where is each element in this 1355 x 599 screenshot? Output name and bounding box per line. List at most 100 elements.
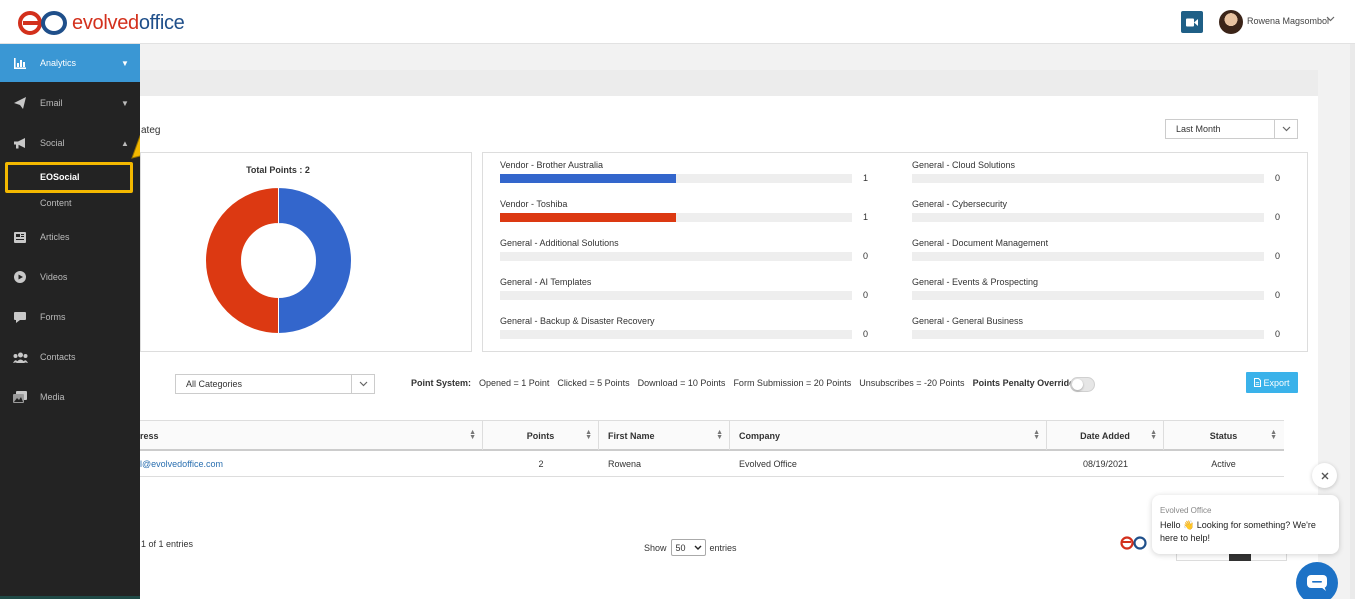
cell-points: 2	[538, 459, 544, 469]
column-header-company[interactable]: Company ▲ ▼	[730, 421, 1047, 450]
donut-slice[interactable]	[278, 187, 352, 334]
category-bar-value: 0	[1275, 173, 1281, 183]
evolvedoffice-logo[interactable]: evolvedoffice	[18, 10, 185, 36]
caret-down-icon: ▼	[121, 58, 129, 68]
sidebar-subitem-content[interactable]: Content	[40, 198, 72, 208]
close-icon	[1321, 472, 1328, 479]
chat-message-bubble[interactable]: Evolved Office Hello 👋 Looking for somet…	[1152, 495, 1339, 554]
logo-text-evolved: evolved	[72, 11, 139, 34]
top-header: evolvedoffice Rowena Magsombol	[0, 0, 1355, 44]
comment-icon	[0, 311, 40, 323]
category-bar-label: Vendor - Toshiba	[500, 199, 568, 209]
page-size-select[interactable]: 50	[670, 539, 706, 556]
category-bar-track	[912, 252, 1264, 261]
column-header-first-name[interactable]: First Name ▲ ▼	[599, 421, 730, 450]
export-button[interactable]: Export	[1246, 372, 1298, 393]
category-bar-label: General - Events & Prospecting	[912, 277, 1039, 287]
donut-slice[interactable]	[205, 187, 279, 334]
cell-date-added: 08/19/2021	[1082, 459, 1129, 469]
category-bar-value: 0	[1275, 251, 1281, 261]
category-select[interactable]: All Categories	[175, 374, 375, 394]
category-bar-label: General - Cybersecurity	[912, 199, 1008, 209]
sidebar-item-social[interactable]: Social ▲	[0, 124, 140, 162]
category-bar-value: 0	[1275, 290, 1281, 300]
sidebar-item-articles[interactable]: Articles	[0, 218, 140, 256]
file-icon	[1254, 378, 1262, 387]
sort-icon: ▲ ▼	[1150, 429, 1157, 441]
category-bar-label: General - Cloud Solutions	[912, 160, 1016, 170]
sidebar-item-label: Contacts	[40, 352, 76, 362]
category-bar-track	[912, 213, 1264, 222]
users-icon	[0, 352, 40, 363]
table-row[interactable]: l@evolvedoffice.com 2 Rowena Evolved Off…	[140, 451, 1284, 477]
chat-message: Hello 👋 Looking for something? We're her…	[1160, 520, 1316, 543]
chevron-down-icon	[351, 375, 374, 393]
period-select-value: Last Month	[1176, 124, 1221, 134]
sidebar-item-label: Articles	[40, 232, 70, 242]
category-bar-label: General - AI Templates	[500, 277, 592, 287]
chat-bubble-icon	[1307, 575, 1327, 591]
period-select[interactable]: Last Month	[1165, 119, 1298, 139]
sidebar-item-media[interactable]: Media	[0, 378, 140, 416]
column-header-date-added[interactable]: Date Added ▲ ▼	[1047, 421, 1164, 450]
chevron-down-icon	[1274, 120, 1297, 138]
category-bar-value: 0	[863, 329, 869, 339]
sidebar-item-videos[interactable]: Videos	[0, 258, 140, 296]
show-label: Show	[644, 542, 667, 553]
sidebar-item-contacts[interactable]: Contacts	[0, 338, 140, 376]
sidebar: Analytics ▼ Email ▼ Social ▲ EOSocial Co…	[0, 44, 140, 599]
point-rule: Clicked = 5 Points	[557, 378, 630, 388]
point-rule: Opened = 1 Point	[479, 378, 550, 388]
category-select-value: All Categories	[186, 379, 243, 389]
video-call-button[interactable]	[1181, 11, 1203, 33]
sort-icon: ▲ ▼	[585, 429, 592, 441]
cell-email[interactable]: l@evolvedoffice.com	[140, 451, 483, 477]
category-bar-value: 1	[863, 173, 869, 183]
column-header-status[interactable]: Status ▲ ▼	[1164, 421, 1283, 450]
point-rule: Unsubscribes = -20 Points	[859, 378, 965, 388]
point-rule: Download = 10 Points	[637, 378, 726, 388]
sidebar-item-label: Social	[40, 138, 65, 148]
export-label: Export	[1263, 377, 1290, 388]
show-entries-control: Show 50 entries	[644, 539, 737, 556]
images-icon	[0, 391, 40, 403]
point-rule: Form Submission = 20 Points	[733, 378, 852, 388]
category-bar-value: 0	[1275, 212, 1281, 222]
page-scrollbar[interactable]	[1350, 44, 1355, 599]
category-bar-track	[912, 330, 1264, 339]
chevron-down-icon	[694, 545, 702, 550]
chevron-down-icon[interactable]	[1326, 14, 1335, 24]
penalty-override-toggle[interactable]	[1070, 377, 1095, 392]
megaphone-icon	[0, 137, 40, 149]
column-header-points[interactable]: Points ▲ ▼	[483, 421, 599, 450]
sidebar-item-email[interactable]: Email ▼	[0, 84, 140, 122]
category-bar-track	[500, 252, 852, 261]
column-header-address[interactable]: ress ▲ ▼	[140, 421, 483, 450]
category-bar-fill	[500, 213, 676, 222]
paper-plane-icon	[0, 97, 40, 109]
section-title: ateg	[141, 125, 161, 136]
category-bar-track	[500, 291, 852, 300]
point-system-legend: Point System: Opened = 1 Point Clicked =…	[411, 378, 1074, 388]
category-bar-fill	[500, 174, 676, 183]
chat-sender: Evolved Office	[1160, 506, 1212, 515]
sidebar-item-forms[interactable]: Forms	[0, 298, 140, 336]
user-avatar[interactable]	[1219, 10, 1243, 34]
category-bar-track	[500, 330, 852, 339]
category-bar-label: General - Additional Solutions	[500, 238, 619, 248]
user-name[interactable]: Rowena Magsombol	[1247, 16, 1329, 26]
chat-close-button[interactable]	[1312, 463, 1337, 488]
sidebar-item-analytics[interactable]: Analytics ▼	[0, 44, 140, 82]
page-size-value: 50	[675, 542, 686, 553]
category-bar-value: 0	[863, 290, 869, 300]
cell-status: Active	[1211, 459, 1236, 469]
sort-icon: ▲ ▼	[469, 429, 476, 441]
sidebar-item-label: Email	[40, 98, 63, 108]
sort-icon: ▲ ▼	[716, 429, 723, 441]
entries-label: entries	[709, 542, 737, 553]
penalty-override-label: Points Penalty Override	[972, 378, 1075, 388]
cell-first-name: Rowena	[608, 459, 642, 469]
category-bar-track	[500, 174, 852, 183]
sort-icon: ▲ ▼	[1033, 429, 1040, 441]
chat-launcher-button[interactable]	[1296, 562, 1338, 599]
